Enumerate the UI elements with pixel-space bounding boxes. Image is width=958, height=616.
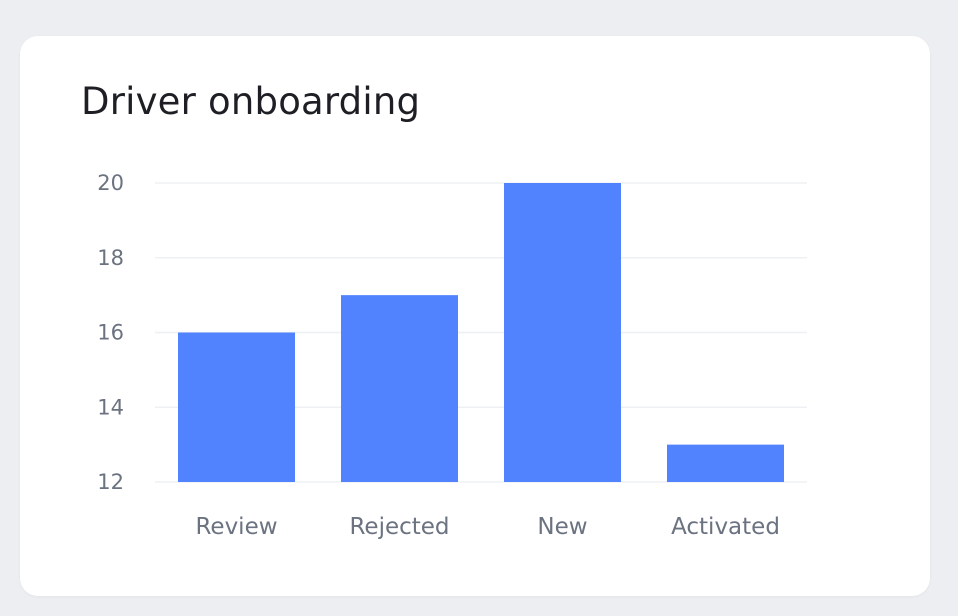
x-tick-label-new: New (537, 514, 587, 540)
x-tick-label-activated: Activated (671, 514, 780, 540)
y-tick-label-14: 14 (97, 395, 124, 419)
y-tick-label-12: 12 (97, 470, 124, 494)
bar-rejected (341, 295, 458, 482)
y-tick-label-16: 16 (97, 321, 124, 345)
bar-new (504, 183, 621, 482)
x-tick-label-review: Review (195, 514, 277, 540)
bar-chart: 12 14 16 18 20 Review Rejected New Activated (97, 171, 807, 540)
bar-review (178, 332, 295, 482)
bar-activated (667, 444, 784, 482)
y-tick-label-20: 20 (97, 171, 124, 195)
x-tick-label-rejected: Rejected (349, 514, 449, 540)
y-tick-label-18: 18 (97, 246, 124, 270)
